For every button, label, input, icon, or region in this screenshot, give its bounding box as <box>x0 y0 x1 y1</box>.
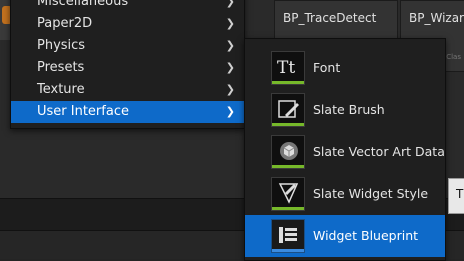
menu-item-physics[interactable]: Physics ❯ <box>11 35 244 57</box>
widget-style-icon <box>271 177 305 211</box>
font-icon: Tt <box>271 51 305 85</box>
menu-item-label: Physics <box>37 38 86 53</box>
category-menu: Miscellaneous ❯ Paper2D ❯ Physics ❯ Pres… <box>10 0 245 129</box>
asset-label: BP_TraceDetect <box>283 11 377 25</box>
chevron-right-icon: ❯ <box>225 61 235 74</box>
menu-item-texture[interactable]: Texture ❯ <box>11 79 244 101</box>
submenu-item-label: Font <box>313 60 341 75</box>
tooltip-text: Th <box>456 187 464 201</box>
chevron-right-icon: ❯ <box>225 39 235 52</box>
svg-text:Tt: Tt <box>277 58 295 78</box>
menu-item-label: Miscellaneous <box>37 0 129 9</box>
submenu-item-slate-widget-style[interactable]: Slate Widget Style <box>245 173 445 215</box>
chevron-right-icon: ❯ <box>225 105 235 118</box>
asset-label: BP_Wizard <box>409 11 464 25</box>
widget-blueprint-icon <box>271 219 305 253</box>
menu-item-user-interface[interactable]: User Interface ❯ <box>11 101 244 123</box>
menu-item-miscellaneous[interactable]: Miscellaneous ❯ <box>11 0 244 13</box>
menu-item-label: Paper2D <box>37 16 93 31</box>
submenu-item-label: Widget Blueprint <box>313 228 419 243</box>
chevron-right-icon: ❯ <box>225 0 235 8</box>
user-interface-submenu: Tt Font Slate Brush Slate Vector Art Dat… <box>244 38 446 261</box>
chevron-right-icon: ❯ <box>225 17 235 30</box>
submenu-item-font[interactable]: Tt Font <box>245 47 445 89</box>
menu-item-paper2d[interactable]: Paper2D ❯ <box>11 13 244 35</box>
menu-item-label: User Interface <box>37 104 129 119</box>
tooltip: Th <box>448 178 464 214</box>
submenu-item-label: Slate Vector Art Data <box>313 144 445 159</box>
submenu-item-slate-vector-art-data[interactable]: Slate Vector Art Data <box>245 131 445 173</box>
chevron-right-icon: ❯ <box>225 83 235 96</box>
slate-brush-icon <box>271 93 305 127</box>
submenu-item-label: Slate Widget Style <box>313 186 429 201</box>
submenu-item-widget-blueprint[interactable]: Widget Blueprint <box>245 215 445 257</box>
vector-art-icon <box>271 135 305 169</box>
menu-item-label: Presets <box>37 60 85 75</box>
menu-item-label: Texture <box>37 82 85 97</box>
menu-item-presets[interactable]: Presets ❯ <box>11 57 244 79</box>
submenu-item-label: Slate Brush <box>313 102 385 117</box>
submenu-item-slate-brush[interactable]: Slate Brush <box>245 89 445 131</box>
